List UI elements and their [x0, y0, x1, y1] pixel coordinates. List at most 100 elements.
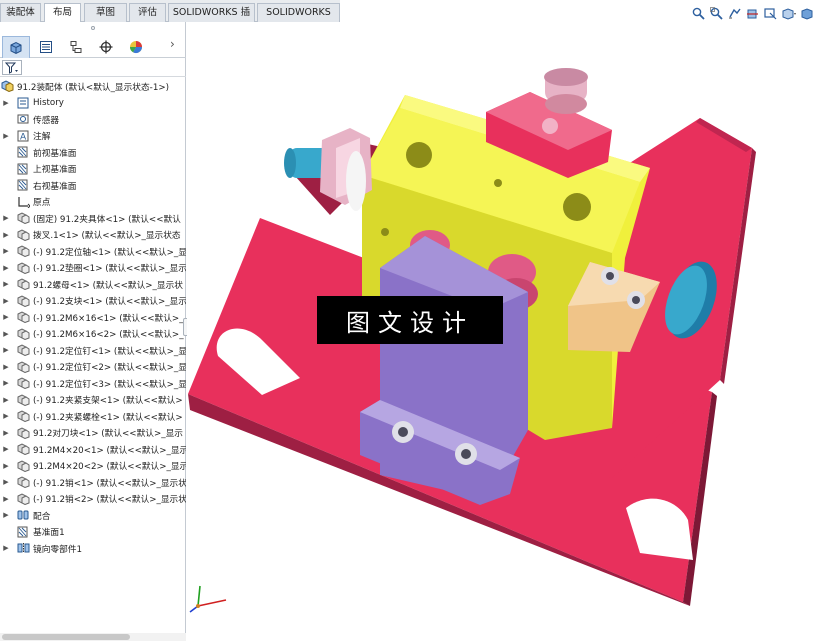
tree-item[interactable]: 传感器: [0, 111, 186, 128]
part-icon: [16, 426, 30, 439]
view-orientation-icon[interactable]: [781, 6, 796, 21]
tree-item[interactable]: ▶ 91.2M4×20<1> (默认<<默认>_显示: [0, 441, 186, 458]
tree-item[interactable]: ▶ 91.2螺母<1> (默认<<默认>_显示状: [0, 276, 186, 293]
triad-y-axis: [197, 585, 201, 607]
dimxpert-manager-tab[interactable]: [92, 36, 120, 58]
expand-arrow-icon[interactable]: ▶: [2, 297, 10, 305]
heads-up-view-toolbar: [691, 6, 814, 22]
tree-item-label: 91.2螺母<1> (默认<<默认>_显示状: [33, 280, 183, 291]
expand-arrow-icon[interactable]: ▶: [2, 429, 10, 437]
tree-item-label: (-) 91.2M6×16<2> (默认<<默认>_: [33, 330, 184, 341]
previous-view-icon[interactable]: [727, 6, 742, 21]
tree-item-label: 配合: [33, 511, 51, 522]
tree-item[interactable]: ▶ (固定) 91.2夹具体<1> (默认<<默认: [0, 210, 186, 227]
tree-item[interactable]: ▶ (-) 91.2M6×16<1> (默认<<默认>_: [0, 309, 186, 326]
tree-item[interactable]: ▶ (-) 91.2定位轴<1> (默认<<默认>_显: [0, 243, 186, 260]
tree-item-label: 右视基准面: [33, 181, 77, 192]
tree-item[interactable]: ▶ (-) 91.2夹紧螺栓<1> (默认<<默认>: [0, 408, 186, 425]
filter-button[interactable]: [2, 60, 22, 75]
tab-solidworks-mbd[interactable]: SOLIDWORKS MBD: [257, 3, 340, 36]
tree-item-label: 91.2对刀块<1> (默认<<默认>_显示: [33, 429, 183, 440]
more-tabs-chevron[interactable]: ›: [170, 37, 175, 51]
tree-item[interactable]: ▶ A 注解: [0, 128, 186, 145]
zoom-to-fit-icon[interactable]: [691, 6, 706, 21]
part-icon: [16, 476, 30, 489]
scrollbar-thumb[interactable]: [2, 634, 130, 640]
tab-layout[interactable]: 布局: [44, 3, 81, 23]
expand-arrow-icon[interactable]: ▶: [2, 412, 10, 420]
dynamic-annotation-icon[interactable]: [763, 6, 778, 21]
tree-item-label: 91.2M4×20<2> (默认<<默认>_显示: [33, 462, 186, 473]
assembly-model-view[interactable]: [187, 22, 820, 641]
graphics-area[interactable]: 图文设计: [187, 22, 820, 641]
tree-item[interactable]: ▶ (-) 91.2垫圈<1> (默认<<默认>_显示: [0, 260, 186, 277]
tree-item[interactable]: ▶ (-) 91.2销<1> (默认<<默认>_显示状: [0, 474, 186, 491]
tree-item[interactable]: ▶ 配合: [0, 507, 186, 524]
expand-arrow-icon[interactable]: ▶: [2, 363, 10, 371]
tree-item[interactable]: ▶ (-) 91.2定位钉<1> (默认<<默认>_显: [0, 342, 186, 359]
tree-horizontal-scrollbar[interactable]: [0, 633, 186, 641]
filter-icon: [5, 62, 18, 74]
expand-arrow-icon[interactable]: ▶: [2, 214, 10, 222]
tree-item-label: (-) 91.2夹紧支架<1> (默认<<默认>: [33, 396, 183, 407]
sensor-icon: [16, 113, 30, 126]
tree-item[interactable]: 上视基准面: [0, 161, 186, 178]
mates-icon: [16, 509, 30, 522]
expand-arrow-icon[interactable]: ▶: [2, 462, 10, 470]
tab-evaluate[interactable]: 评估: [129, 3, 166, 22]
expand-arrow-icon[interactable]: ▶: [2, 346, 10, 354]
zoom-to-area-icon[interactable]: [709, 6, 724, 21]
part-icon: [16, 311, 30, 324]
expand-arrow-icon[interactable]: ▶: [2, 330, 10, 338]
tree-item-label: (-) 91.2定位钉<3> (默认<<默认>_显: [33, 379, 186, 390]
expand-arrow-icon[interactable]: ▶: [2, 99, 10, 107]
plane-icon: [16, 146, 30, 159]
tree-item[interactable]: ▶ (-) 91.2M6×16<2> (默认<<默认>_: [0, 326, 186, 343]
plane-icon: [16, 525, 30, 538]
tree-item[interactable]: 右视基准面: [0, 177, 186, 194]
tree-item[interactable]: ▶ (-) 91.2定位钉<3> (默认<<默认>_显: [0, 375, 186, 392]
tree-item[interactable]: ▶ History: [0, 95, 186, 112]
tree-item[interactable]: ▶ 拨叉.1<1> (默认<<默认>_显示状态: [0, 227, 186, 244]
expand-arrow-icon[interactable]: ▶: [2, 396, 10, 404]
tree-item[interactable]: ▶ (-) 91.2销<2> (默认<<默认>_显示状: [0, 491, 186, 508]
part-icon: [16, 261, 30, 274]
part-icon: [16, 327, 30, 340]
configuration-manager-tab[interactable]: [62, 36, 90, 58]
section-view-icon[interactable]: [745, 6, 760, 21]
expand-arrow-icon[interactable]: ▶: [2, 445, 10, 453]
tree-item[interactable]: 前视基准面: [0, 144, 186, 161]
tree-item[interactable]: 原点: [0, 194, 186, 211]
tree-item-label: 基准面1: [33, 528, 65, 539]
expand-arrow-icon[interactable]: ▶: [2, 544, 10, 552]
expand-arrow-icon[interactable]: ▶: [2, 511, 10, 519]
feature-manager-tab[interactable]: [2, 36, 30, 58]
display-manager-tab[interactable]: [122, 36, 150, 58]
property-manager-tab[interactable]: [32, 36, 60, 58]
expand-arrow-icon[interactable]: ▶: [2, 264, 10, 272]
tree-item[interactable]: ▶ 91.2M4×20<2> (默认<<默认>_显示: [0, 458, 186, 475]
tree-item[interactable]: 基准面1: [0, 524, 186, 541]
tree-root-assembly[interactable]: 91.2装配体 (默认<默认_显示状态-1>): [0, 78, 186, 95]
tab-sketch[interactable]: 草图: [84, 3, 127, 22]
expand-arrow-icon[interactable]: ▶: [2, 132, 10, 140]
display-style-icon[interactable]: [799, 6, 814, 21]
tree-item[interactable]: ▶ 91.2对刀块<1> (默认<<默认>_显示: [0, 425, 186, 442]
expand-arrow-icon[interactable]: ▶: [2, 313, 10, 321]
tree-item-label: (-) 91.2支块<1> (默认<<默认>_显示: [33, 297, 186, 308]
expand-arrow-icon[interactable]: ▶: [2, 280, 10, 288]
tab-solidworks-addins[interactable]: SOLIDWORKS 插件: [168, 3, 255, 36]
tree-item[interactable]: ▶ (-) 91.2支块<1> (默认<<默认>_显示: [0, 293, 186, 310]
expand-arrow-icon[interactable]: ▶: [2, 478, 10, 486]
tree-item-label: 前视基准面: [33, 148, 77, 159]
panel-grip[interactable]: [0, 22, 186, 34]
tree-item[interactable]: ▶ 镜向零部件1: [0, 540, 186, 557]
command-manager-tabs: 装配体 布局 草图 评估 SOLIDWORKS 插件 SOLIDWORKS MB…: [0, 0, 820, 36]
expand-arrow-icon[interactable]: ▶: [2, 379, 10, 387]
tree-item[interactable]: ▶ (-) 91.2定位钉<2> (默认<<默认>_显: [0, 359, 186, 376]
expand-arrow-icon[interactable]: ▶: [2, 231, 10, 239]
expand-arrow-icon[interactable]: ▶: [2, 495, 10, 503]
tree-item[interactable]: ▶ (-) 91.2夹紧支架<1> (默认<<默认>: [0, 392, 186, 409]
tab-assembly[interactable]: 装配体: [0, 3, 41, 22]
expand-arrow-icon[interactable]: ▶: [2, 247, 10, 255]
